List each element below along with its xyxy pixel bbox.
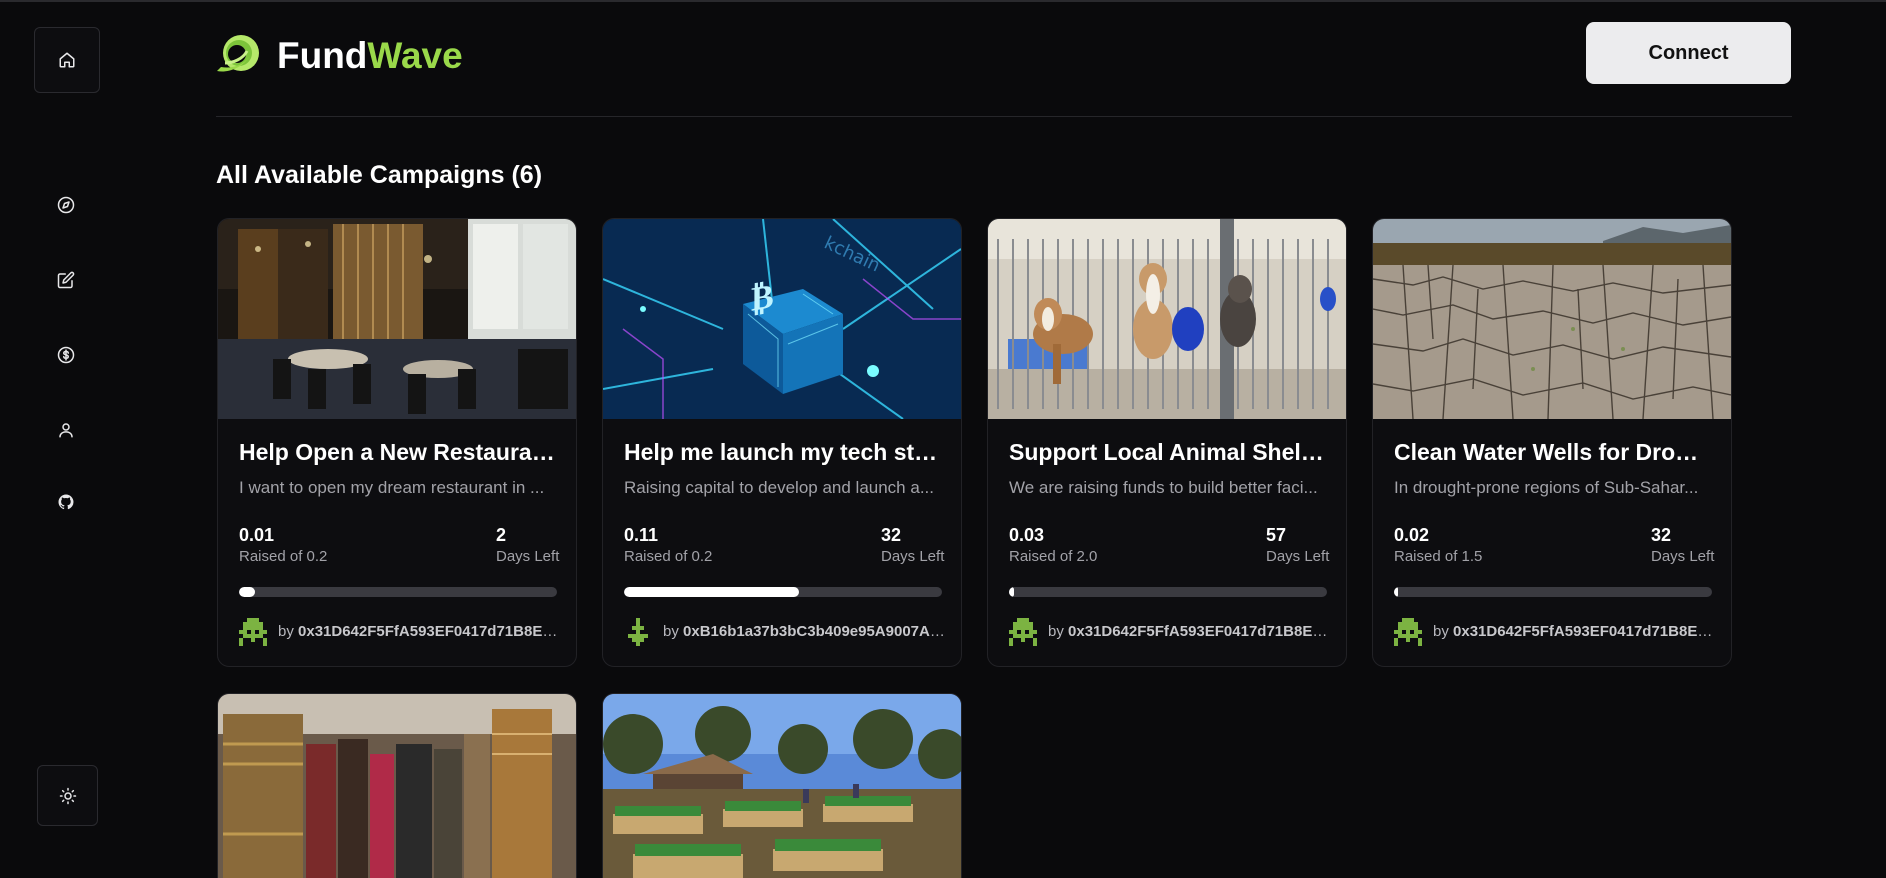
campaign-image [603, 694, 961, 878]
campaign-title: Help Open a New Restaurant... [239, 439, 557, 465]
connect-wallet-button[interactable]: Connect [1586, 22, 1791, 84]
campaign-card[interactable]: ₿ kchain Help me launch my tech star... … [602, 218, 962, 667]
edit-icon [57, 271, 75, 289]
campaign-description: We are raising funds to build better fac… [1009, 478, 1318, 497]
sidebar-explore-button[interactable] [44, 183, 88, 227]
github-icon [58, 494, 74, 510]
home-icon [59, 52, 75, 68]
owner-avatar-icon [1009, 618, 1037, 646]
campaign-raised-label: Raised of 1.5 [1394, 548, 1483, 565]
owner-address: 0x31D642F5FfA593EF0417d71B8E93... [298, 623, 563, 640]
campaign-progress-bar [1009, 587, 1327, 597]
campaign-progress-fill [624, 587, 799, 597]
campaign-days-left: 57 [1266, 525, 1287, 545]
sidebar-profile-button[interactable] [44, 408, 88, 452]
owner-by-label: by [663, 623, 679, 640]
owner-address: 0x31D642F5FfA593EF0417d71B8E93... [1068, 623, 1333, 640]
window-top-border [0, 0, 1886, 2]
campaign-days-left-label: Days Left [881, 548, 945, 565]
dollar-icon [57, 346, 75, 364]
brand-name-part2: Wave [367, 35, 463, 76]
campaign-card[interactable]: Clean Water Wells for Droug... In drough… [1372, 218, 1732, 667]
header-divider [216, 116, 1792, 117]
owner-by-label: by [278, 623, 294, 640]
campaign-description: Raising capital to develop and launch a.… [624, 478, 934, 497]
brand-name[interactable]: FundWave [277, 34, 463, 78]
campaign-card[interactable]: Support Local Animal Shelter We are rais… [987, 218, 1347, 667]
sidebar-create-button[interactable] [44, 258, 88, 302]
user-icon [59, 423, 73, 438]
campaign-image: ₿ kchain [603, 219, 961, 419]
campaign-raised-amount: 0.03 [1009, 525, 1045, 545]
owner-avatar-icon [239, 618, 267, 646]
campaign-raised-amount: 0.02 [1394, 525, 1430, 545]
sidebar-home-button[interactable] [34, 27, 100, 93]
sun-icon [59, 787, 76, 804]
campaign-title: Help me launch my tech star... [624, 439, 942, 465]
campaign-raised-label: Raised of 0.2 [624, 548, 713, 565]
campaign-owner: by 0x31D642F5FfA593EF0417d71B8E93... [1433, 623, 1718, 640]
brand-name-part1: Fund [277, 35, 368, 76]
owner-avatar-icon [1394, 618, 1422, 646]
campaign-progress-bar [239, 587, 557, 597]
owner-avatar-icon [628, 618, 648, 646]
owner-by-label: by [1048, 623, 1064, 640]
campaign-title: Clean Water Wells for Droug... [1394, 439, 1712, 465]
svg-text:₿: ₿ [751, 276, 774, 320]
campaign-progress-fill [1009, 587, 1014, 597]
fundwave-logo-icon [217, 35, 259, 72]
campaign-image [988, 219, 1346, 419]
page-title: All Available Campaigns (6) [216, 161, 543, 189]
campaign-days-left: 32 [881, 525, 902, 545]
campaign-raised-label: Raised of 0.2 [239, 548, 328, 565]
campaign-raised-label: Raised of 2.0 [1009, 548, 1098, 565]
campaign-description: I want to open my dream restaurant in ..… [239, 478, 545, 497]
campaign-raised-amount: 0.01 [239, 525, 275, 545]
campaign-progress-bar [624, 587, 942, 597]
campaign-raised-amount: 0.11 [624, 525, 659, 545]
campaign-card[interactable] [602, 693, 962, 878]
campaign-days-left: 32 [1651, 525, 1672, 545]
sidebar-funds-button[interactable] [44, 333, 88, 377]
campaign-image [218, 219, 576, 419]
campaign-days-left: 2 [496, 525, 507, 545]
campaign-days-left-label: Days Left [496, 548, 560, 565]
campaign-card[interactable]: Help Open a New Restaurant... I want to … [217, 218, 577, 667]
campaign-days-left-label: Days Left [1651, 548, 1715, 565]
campaign-owner: by 0x31D642F5FfA593EF0417d71B8E93... [1048, 623, 1333, 640]
theme-toggle-button[interactable] [37, 765, 98, 826]
campaign-card[interactable] [217, 693, 577, 878]
campaign-image [1373, 219, 1731, 419]
campaign-progress-bar [1394, 587, 1712, 597]
campaign-title: Support Local Animal Shelter [1009, 439, 1327, 465]
campaign-owner: by 0xB16b1a37b3bC3b409e95A9007Ab... [663, 623, 948, 640]
campaign-progress-fill [239, 587, 255, 597]
campaign-description: In drought-prone regions of Sub-Sahar... [1394, 478, 1699, 497]
sidebar-github-button[interactable] [44, 480, 88, 524]
campaign-progress-fill [1394, 587, 1399, 597]
campaign-days-left-label: Days Left [1266, 548, 1330, 565]
compass-icon [57, 196, 75, 214]
owner-by-label: by [1433, 623, 1449, 640]
campaign-owner: by 0x31D642F5FfA593EF0417d71B8E93... [278, 623, 563, 640]
owner-address: 0xB16b1a37b3bC3b409e95A9007Ab... [683, 623, 948, 640]
campaign-image [218, 694, 576, 878]
owner-address: 0x31D642F5FfA593EF0417d71B8E93... [1453, 623, 1718, 640]
